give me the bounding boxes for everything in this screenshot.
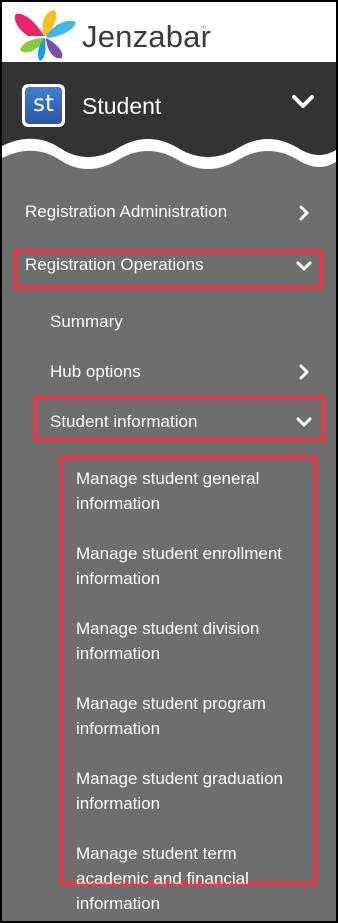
nav-student-information[interactable]: Student information: [50, 412, 197, 432]
nav-manage-student-division-information[interactable]: Manage student division information: [76, 616, 306, 666]
nav-label: Registration Administration: [25, 202, 228, 221]
navigation-sidebar: Jenzabar ™ st Student Registration Admin…: [0, 0, 338, 923]
logo-bar: Jenzabar ™: [2, 2, 336, 62]
nav-manage-student-term-academic-and-financial-information[interactable]: Manage student term academic and financi…: [76, 841, 306, 916]
nav-label: Student information: [50, 412, 198, 431]
student-module-icon: st: [22, 84, 65, 127]
brand-name: Jenzabar: [82, 19, 212, 54]
chevron-down-icon[interactable]: [291, 92, 315, 112]
nav-hub-options[interactable]: Hub options: [50, 362, 141, 382]
nav-registration-operations[interactable]: Registration Operations: [25, 255, 204, 275]
nav-manage-student-general-information[interactable]: Manage student general information: [76, 466, 306, 516]
nav-registration-administration[interactable]: Registration Administration: [25, 202, 227, 222]
nav-label: Summary: [50, 312, 123, 331]
chevron-down-icon[interactable]: [296, 414, 312, 430]
highlight-box: [59, 456, 317, 886]
nav-summary[interactable]: Summary: [50, 312, 123, 332]
module-icon-text: st: [25, 87, 62, 124]
chevron-right-icon[interactable]: [296, 364, 312, 380]
module-title: Student: [82, 93, 162, 119]
nav-label: Registration Operations: [25, 255, 204, 274]
torn-edge-divider: [2, 138, 336, 194]
trademark-mark: ™: [200, 26, 206, 32]
nav-manage-student-program-information[interactable]: Manage student program information: [76, 691, 306, 741]
chevron-down-icon[interactable]: [296, 258, 312, 274]
nav-manage-student-graduation-information[interactable]: Manage student graduation information: [76, 766, 306, 816]
nav-manage-student-enrollment-information[interactable]: Manage student enrollment information: [76, 541, 306, 591]
butterfly-logo-icon: [14, 10, 76, 61]
chevron-right-icon[interactable]: [296, 205, 312, 221]
nav-label: Hub options: [50, 362, 141, 381]
